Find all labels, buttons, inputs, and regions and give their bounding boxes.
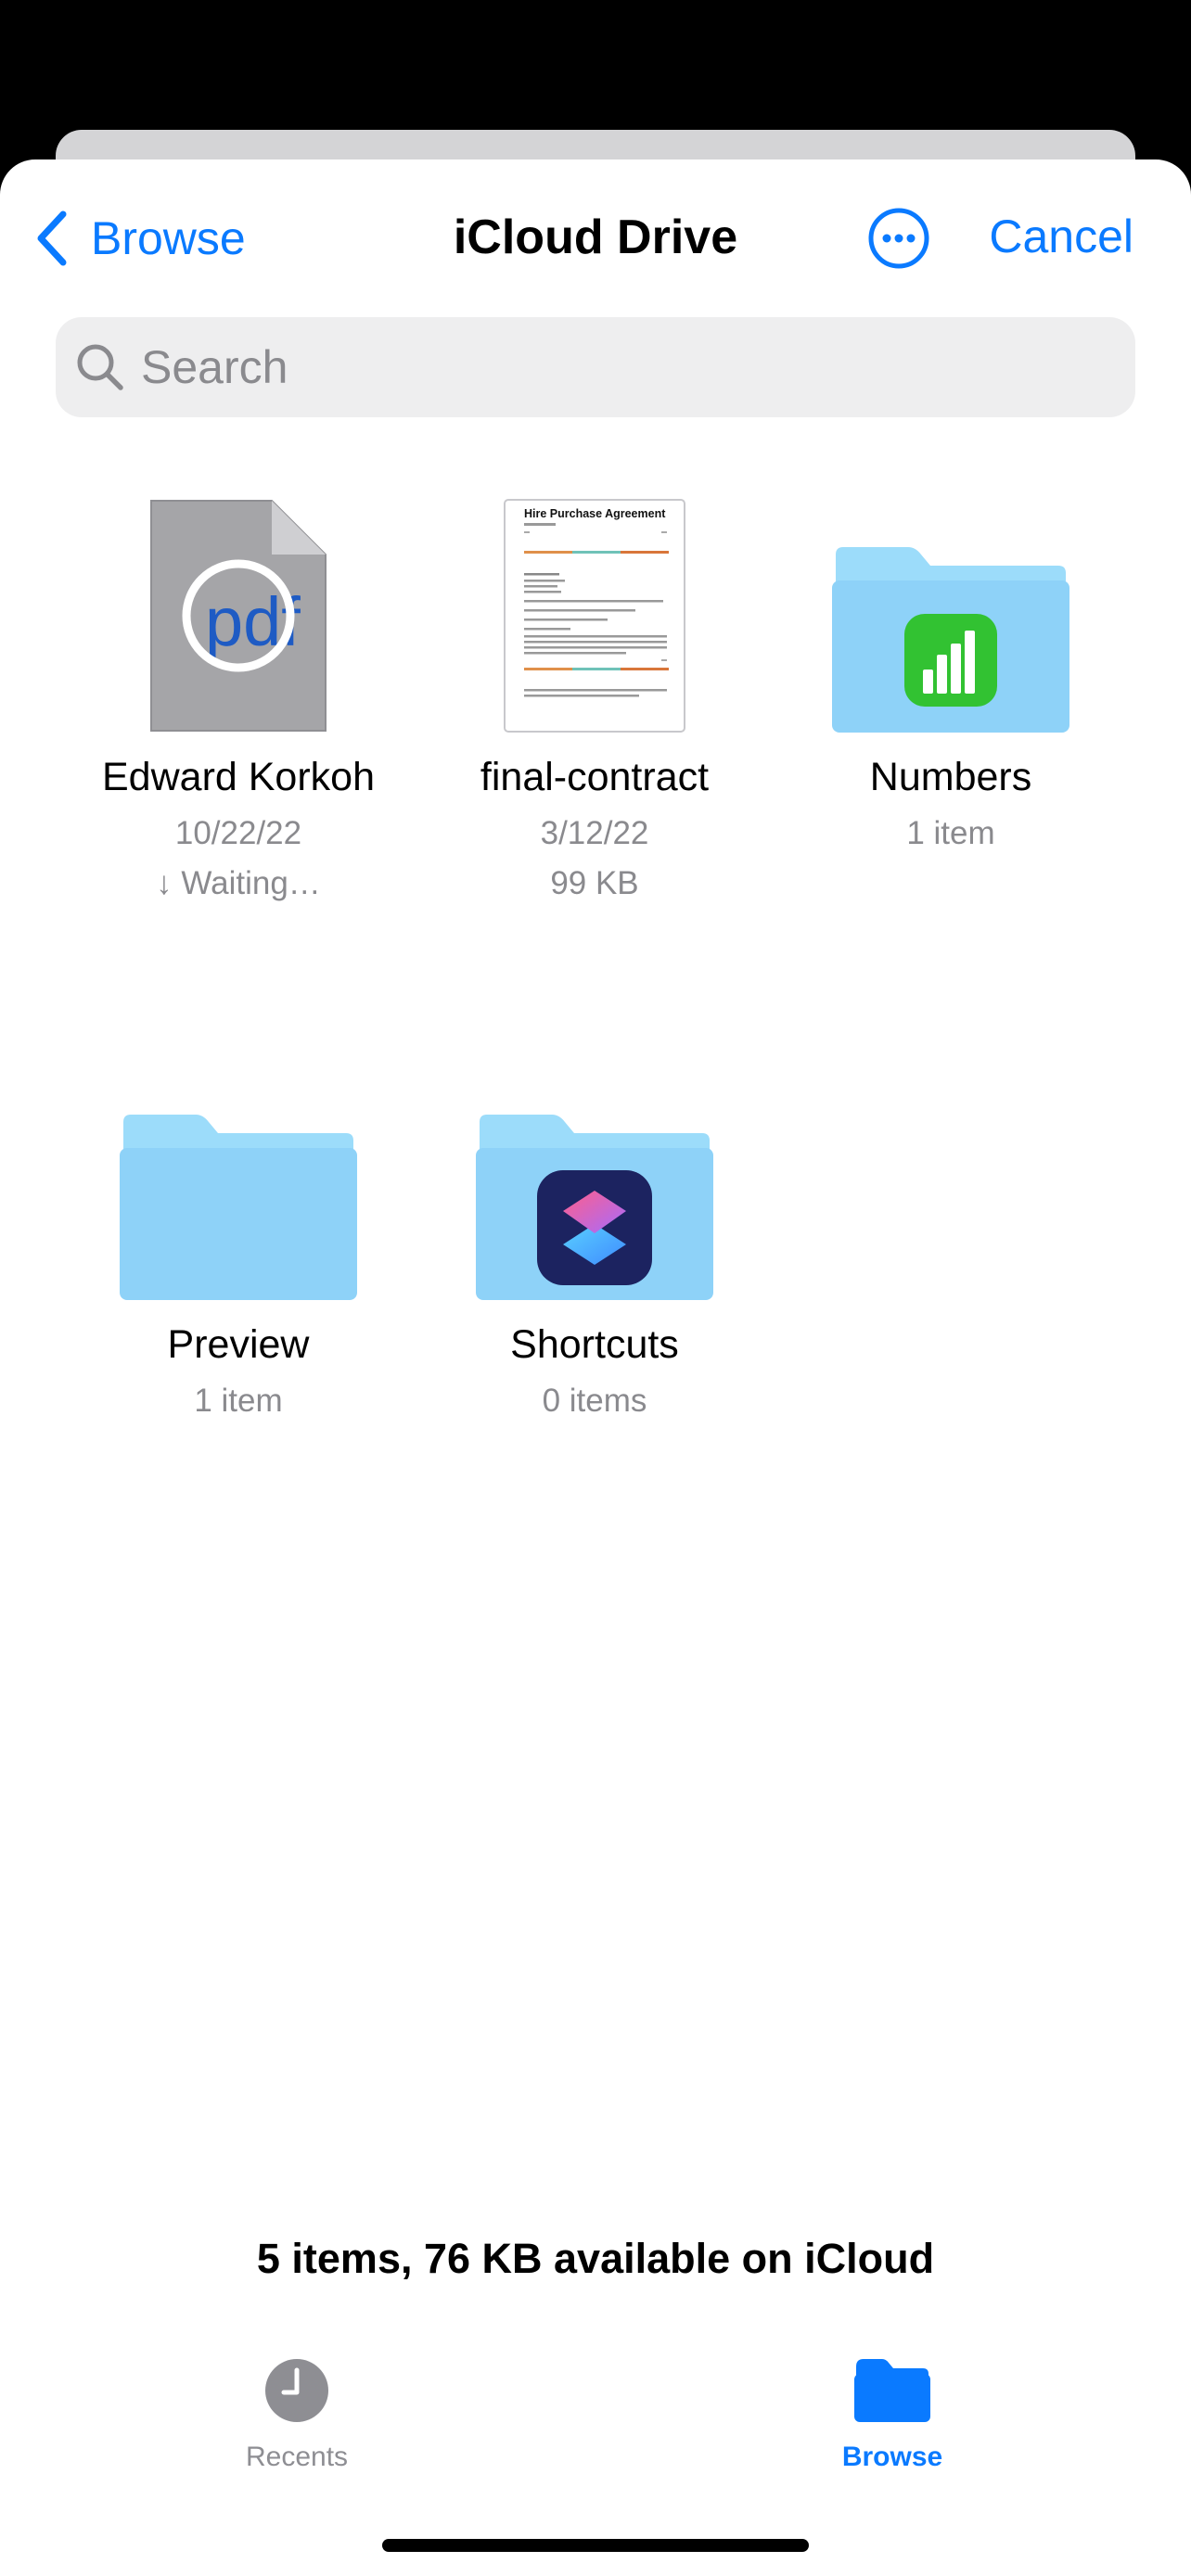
folder-item-numbers[interactable]: Numbers 1 item	[773, 499, 1129, 859]
tab-label: Recents	[245, 2442, 349, 2472]
file-thumbnail: Hire Purchase Agreement	[416, 499, 773, 733]
shortcuts-app-icon	[537, 1170, 652, 1285]
navigation-bar: Browse iCloud Drive Cancel	[0, 159, 1191, 308]
chevron-left-icon	[37, 210, 67, 266]
home-indicator	[382, 2539, 809, 2552]
back-button[interactable]: Browse	[33, 206, 246, 271]
item-date: 10/22/22	[174, 815, 302, 851]
file-thumbnail: pdf	[60, 499, 416, 733]
back-button-label: Browse	[91, 212, 246, 264]
item-name: final-contract	[480, 755, 710, 799]
clock-icon	[265, 2359, 328, 2422]
item-name: Shortcuts	[510, 1322, 679, 1367]
folder-item-shortcuts[interactable]: Shortcuts 0 items	[416, 1066, 773, 1426]
file-item-final-contract[interactable]: Hire Purchase Agreement final-contract 3…	[416, 499, 773, 909]
folder-thumbnail	[773, 499, 1129, 733]
item-status: ↓ Waiting…	[156, 865, 321, 901]
tab-browse[interactable]: Browse	[781, 2357, 1004, 2473]
item-count: 1 item	[194, 1383, 283, 1419]
item-name: Preview	[167, 1322, 310, 1367]
folder-item-preview[interactable]: Preview 1 item	[60, 1066, 416, 1426]
folder-thumbnail	[60, 1066, 416, 1300]
document-picker-sheet: Browse iCloud Drive Cancel pdf Edward Ko	[0, 159, 1191, 2576]
item-name: Edward Korkoh	[102, 755, 375, 799]
search-bar[interactable]	[56, 317, 1135, 417]
folder-icon	[120, 1115, 357, 1300]
folder-icon	[476, 1115, 713, 1300]
item-count: 0 items	[542, 1383, 647, 1419]
tab-label: Browse	[841, 2442, 943, 2472]
numbers-app-icon	[904, 614, 997, 707]
pdf-file-icon: pdf	[150, 500, 327, 732]
item-date: 3/12/22	[540, 815, 649, 851]
folder-icon	[832, 547, 1069, 733]
item-name: Numbers	[869, 755, 1032, 799]
folder-thumbnail	[416, 1066, 773, 1300]
search-input[interactable]	[141, 340, 1069, 394]
item-size: 99 KB	[550, 865, 639, 901]
document-icon: Hire Purchase Agreement	[504, 499, 685, 733]
item-count: 1 item	[906, 815, 995, 851]
search-icon	[77, 344, 123, 390]
storage-summary: 5 items, 76 KB available on iCloud	[256, 2235, 935, 2282]
file-item-edward-korkoh[interactable]: pdf Edward Korkoh 10/22/22 ↓ Waiting…	[60, 499, 416, 909]
tab-bar: Recents Browse	[0, 2357, 1191, 2506]
tab-recents[interactable]: Recents	[186, 2357, 408, 2473]
folder-icon	[854, 2359, 930, 2422]
cancel-button[interactable]: Cancel	[989, 210, 1133, 263]
document-preview-title: Hire Purchase Agreement	[524, 507, 666, 520]
ellipsis-circle-icon[interactable]	[866, 206, 931, 271]
